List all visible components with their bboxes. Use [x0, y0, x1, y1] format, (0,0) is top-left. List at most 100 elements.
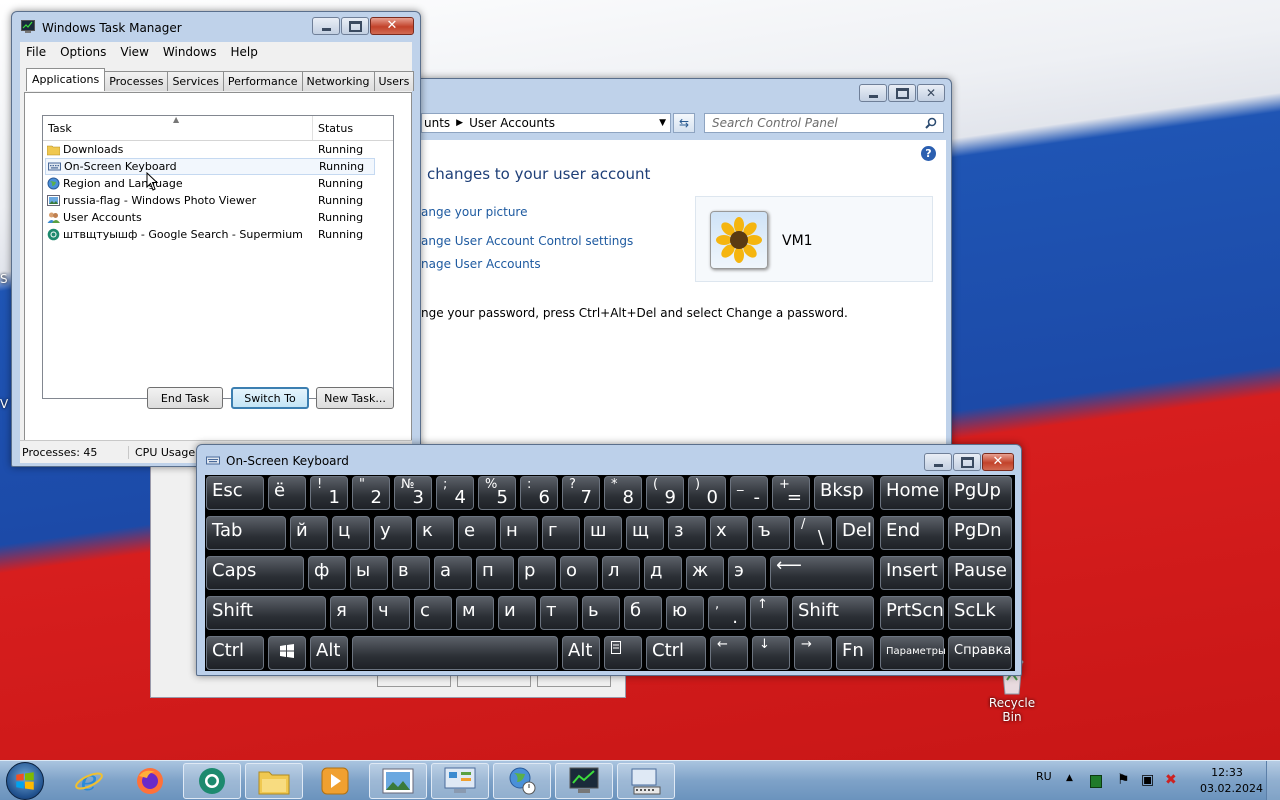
key-s[interactable]: ы — [350, 556, 388, 590]
switch-to-button[interactable]: Switch To — [231, 387, 309, 409]
key-slash[interactable]: ,. — [708, 596, 746, 630]
key-n[interactable]: т — [540, 596, 578, 630]
key-semicolon[interactable]: ж — [686, 556, 724, 590]
breadcrumb-current[interactable]: User Accounts — [469, 116, 555, 130]
table-row-selected[interactable]: On-Screen Keyboard Running — [45, 158, 375, 175]
task-manager-titlebar[interactable]: Windows Task Manager ✕ — [12, 12, 420, 42]
tab-processes[interactable]: Processes — [104, 71, 169, 91]
key-7[interactable]: ? 7 — [562, 476, 600, 510]
user-accounts-window[interactable]: ✕ unts ▶ User Accounts ▼ ⇆ Search Contro… — [395, 78, 952, 452]
key-r[interactable]: к — [416, 516, 454, 550]
maximize-button[interactable] — [341, 17, 369, 35]
table-row[interactable]: штвщтуышф - Google Search - Supermium Ru… — [43, 226, 393, 243]
clock[interactable]: 12:33 03.02.2024 — [1200, 766, 1263, 795]
key-q[interactable]: й — [290, 516, 328, 550]
key-l[interactable]: д — [644, 556, 682, 590]
key-tab[interactable]: Tab — [206, 516, 286, 550]
key-4[interactable]: ; 4 — [436, 476, 474, 510]
language-indicator[interactable]: RU — [1036, 770, 1052, 783]
key-sclk[interactable]: ScLk — [948, 596, 1012, 630]
key-d[interactable]: в — [392, 556, 430, 590]
key-o[interactable]: щ — [626, 516, 664, 550]
key-ctrl-left[interactable]: Ctrl — [206, 636, 264, 670]
minimize-button[interactable] — [924, 453, 952, 471]
key-b[interactable]: и — [498, 596, 536, 630]
table-row[interactable]: russia-flag - Windows Photo Viewer Runni… — [43, 192, 393, 209]
key-pgdn[interactable]: PgDn — [948, 516, 1012, 550]
maximize-button[interactable] — [953, 453, 981, 471]
help-icon[interactable]: ? — [921, 146, 936, 161]
key-5[interactable]: % 5 — [478, 476, 516, 510]
key-w[interactable]: ц — [332, 516, 370, 550]
key-home[interactable]: Home — [880, 476, 944, 510]
new-task-button[interactable]: New Task... — [316, 387, 394, 409]
key-comma[interactable]: б — [624, 596, 662, 630]
end-task-button[interactable]: End Task — [147, 387, 223, 409]
key-shift-left[interactable]: Shift — [206, 596, 326, 630]
key-alt-right[interactable]: Alt — [562, 636, 600, 670]
key-backspace[interactable]: Bksp — [814, 476, 874, 510]
key-m[interactable]: ь — [582, 596, 620, 630]
key-space[interactable] — [352, 636, 558, 670]
key-menu[interactable] — [604, 636, 642, 670]
key-fn[interactable]: Fn — [836, 636, 874, 670]
key-k[interactable]: л — [602, 556, 640, 590]
search-icon[interactable] — [925, 117, 937, 129]
taskbar-control-panel[interactable] — [431, 763, 489, 799]
key-6[interactable]: :6 — [520, 476, 558, 510]
key-quote[interactable]: э — [728, 556, 766, 590]
key-h[interactable]: р — [518, 556, 556, 590]
tab-networking[interactable]: Networking — [301, 71, 375, 91]
key-0[interactable]: ) 0 — [688, 476, 726, 510]
key-alt-left[interactable]: Alt — [310, 636, 348, 670]
taskbar-supermium[interactable] — [183, 763, 241, 799]
show-desktop-button[interactable] — [1266, 761, 1280, 800]
minimize-button[interactable] — [312, 17, 340, 35]
key-y[interactable]: н — [500, 516, 538, 550]
key-backslash[interactable]: / \ — [794, 516, 832, 550]
table-row[interactable]: User Accounts Running — [43, 209, 393, 226]
key-1[interactable]: ! 1 — [310, 476, 348, 510]
network-icon[interactable]: ▣ — [1141, 772, 1154, 788]
menu-windows[interactable]: Windows — [157, 45, 225, 59]
volume-muted-icon[interactable]: ✖ — [1165, 772, 1177, 788]
key-z[interactable]: я — [330, 596, 368, 630]
show-hidden-icons-button[interactable]: ▲ — [1066, 773, 1073, 783]
table-row[interactable]: Region and Language Running — [43, 175, 393, 192]
key-pgup[interactable]: PgUp — [948, 476, 1012, 510]
key-v[interactable]: м — [456, 596, 494, 630]
key-right[interactable]: → — [794, 636, 832, 670]
key-8[interactable]: * 8 — [604, 476, 642, 510]
key-options[interactable]: Параметры — [880, 636, 946, 670]
taskbar-region-language[interactable] — [493, 763, 551, 799]
key-enter[interactable]: ⟵ — [770, 555, 874, 590]
key-yo[interactable]: ё — [268, 476, 306, 510]
key-ctrl-right[interactable]: Ctrl — [646, 636, 706, 670]
taskbar-task-manager[interactable] — [555, 763, 613, 799]
tab-users[interactable]: Users — [373, 71, 415, 91]
key-shift-right[interactable]: Shift — [792, 596, 874, 630]
address-bar[interactable]: unts ▶ User Accounts ▼ — [421, 113, 671, 133]
manage-accounts-link[interactable]: nage User Accounts — [421, 257, 541, 271]
key-t[interactable]: е — [458, 516, 496, 550]
key-x[interactable]: ч — [372, 596, 410, 630]
key-caps-lock[interactable]: Caps — [206, 556, 304, 590]
key-p[interactable]: з — [668, 516, 706, 550]
tab-applications[interactable]: Applications — [26, 68, 106, 91]
key-delete[interactable]: Del — [836, 516, 874, 550]
key-e[interactable]: у — [374, 516, 412, 550]
search-input[interactable]: Search Control Panel — [704, 113, 944, 133]
table-row[interactable]: Downloads Running — [43, 141, 393, 158]
task-list[interactable]: Task ▲ Status Downloads Running On-Scree… — [42, 115, 394, 399]
tab-services[interactable]: Services — [167, 71, 224, 91]
action-center-flag-icon[interactable]: ⚑ — [1117, 772, 1130, 788]
key-f[interactable]: а — [434, 556, 472, 590]
key-2[interactable]: " 2 — [352, 476, 390, 510]
key-c[interactable]: с — [414, 596, 452, 630]
key-9[interactable]: (9 — [646, 476, 684, 510]
column-header-task[interactable]: Task ▲ — [43, 115, 313, 140]
menu-help[interactable]: Help — [224, 45, 265, 59]
key-windows[interactable] — [268, 636, 306, 670]
refresh-button[interactable]: ⇆ — [673, 113, 695, 133]
key-3[interactable]: № 3 — [394, 476, 432, 510]
